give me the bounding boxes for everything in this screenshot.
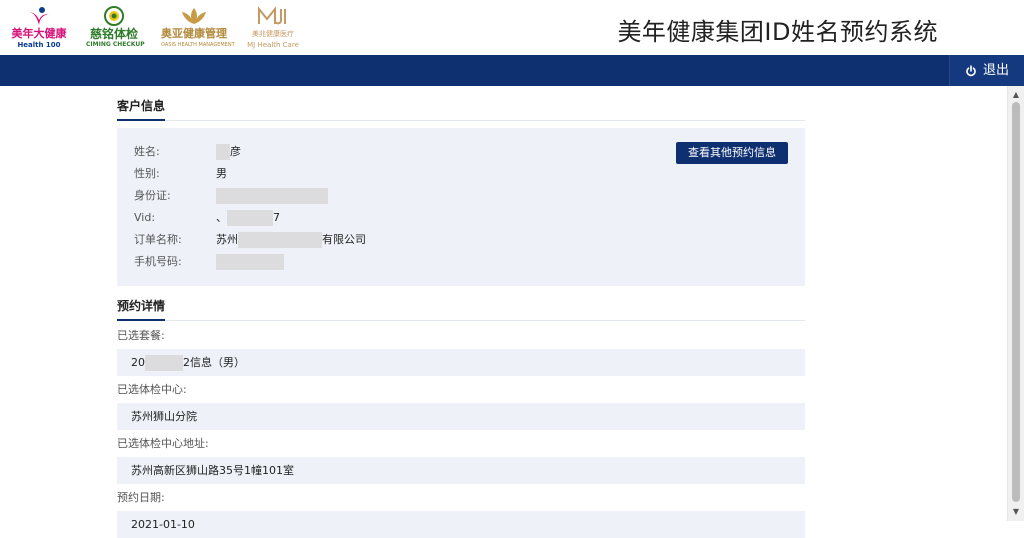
navbar: 退出 [0, 55, 1024, 86]
oasis-logo-text: 奥亚健康管理 [161, 27, 227, 40]
lotus-logo-icon [182, 8, 206, 24]
name-value: 彦 [216, 143, 241, 161]
gender-label: 性别: [134, 167, 160, 180]
customer-info-panel: 姓名: 彦 性别: 男 身份证: Vid: 、7 订单名称: 苏州有限公司 [117, 128, 805, 286]
scrollbar-thumb[interactable] [1012, 102, 1020, 502]
redacted-block [145, 355, 183, 371]
redacted-block [216, 144, 230, 160]
view-other-bookings-button[interactable]: 查看其他预约信息 [676, 142, 788, 164]
main-content: 客户信息 姓名: 彦 性别: 男 身份证: Vid: 、 7 订单名称: 苏州 … [117, 86, 805, 538]
name-label: 姓名: [134, 145, 160, 158]
ciming-logo-text: 慈铭体检 [89, 27, 138, 41]
order-name-value: 苏州 有限公司 [216, 232, 366, 248]
package-value: 20 2信息（男） [117, 349, 805, 376]
center-label: 已选体检中心: [117, 383, 187, 396]
header: 美年大健康 Health 100 慈铭体检 CIMING CHECKUP 奥亚健… [0, 0, 1024, 55]
power-icon [966, 64, 976, 76]
redacted-block [216, 188, 328, 204]
redacted-block [227, 210, 273, 226]
ciming-logo: 慈铭体检 CIMING CHECKUP [86, 6, 145, 50]
health100-logo: 美年大健康 Health 100 [10, 6, 68, 50]
oasis-logo: 奥亚健康管理 OASIS HEALTH MANAGEMENT [161, 6, 235, 50]
package-label: 已选套餐: [117, 329, 165, 342]
mj-logo-icon [258, 6, 286, 25]
logout-button[interactable]: 退出 [949, 55, 1024, 86]
date-label: 预约日期: [117, 491, 165, 504]
page-scrollbar[interactable]: ▲ ▼ [1007, 86, 1024, 521]
id-card-label: 身份证: [134, 189, 171, 202]
logout-label: 退出 [982, 63, 1009, 78]
mj-logo-text: 美兆健康医疗 [252, 30, 294, 38]
redacted-block [216, 254, 284, 270]
vid-label: Vid: [134, 211, 156, 224]
ciming-logo-subtext: CIMING CHECKUP [86, 41, 145, 48]
mj-logo-subtext: MJ Health Care [247, 41, 299, 49]
date-value: 2021-01-10 [117, 511, 805, 538]
customer-section-title: 客户信息 [117, 97, 166, 121]
mj-logo: 美兆健康医疗 MJ Health Care [243, 6, 303, 50]
address-value: 苏州高新区狮山路35号1幢101室 [117, 457, 805, 484]
vid-value: 、 7 [216, 210, 280, 226]
order-name-label: 订单名称: [134, 233, 182, 246]
address-label: 已选体检中心地址: [117, 437, 209, 450]
booking-section-title: 预约详情 [117, 297, 166, 321]
health100-logo-text: 美年大健康 [11, 27, 67, 40]
phone-label: 手机号码: [134, 255, 182, 268]
scroll-down-arrow-icon[interactable]: ▼ [1008, 505, 1024, 519]
health100-logo-subtext: Health 100 [17, 41, 61, 49]
customer-section-header: 客户信息 [117, 86, 805, 121]
booking-section-header: 预约详情 [117, 286, 805, 321]
gender-value: 男 [216, 167, 227, 180]
health100-logo-icon [30, 7, 49, 25]
scroll-up-arrow-icon[interactable]: ▲ [1008, 88, 1024, 102]
ciming-logo-icon [104, 6, 124, 26]
id-card-value [216, 187, 328, 205]
system-title: 美年健康集团ID姓名预约系统 [617, 18, 938, 46]
redacted-block [238, 232, 322, 248]
phone-value [216, 253, 284, 271]
center-value: 苏州狮山分院 [117, 403, 805, 430]
oasis-logo-subtext: OASIS HEALTH MANAGEMENT [161, 42, 235, 48]
